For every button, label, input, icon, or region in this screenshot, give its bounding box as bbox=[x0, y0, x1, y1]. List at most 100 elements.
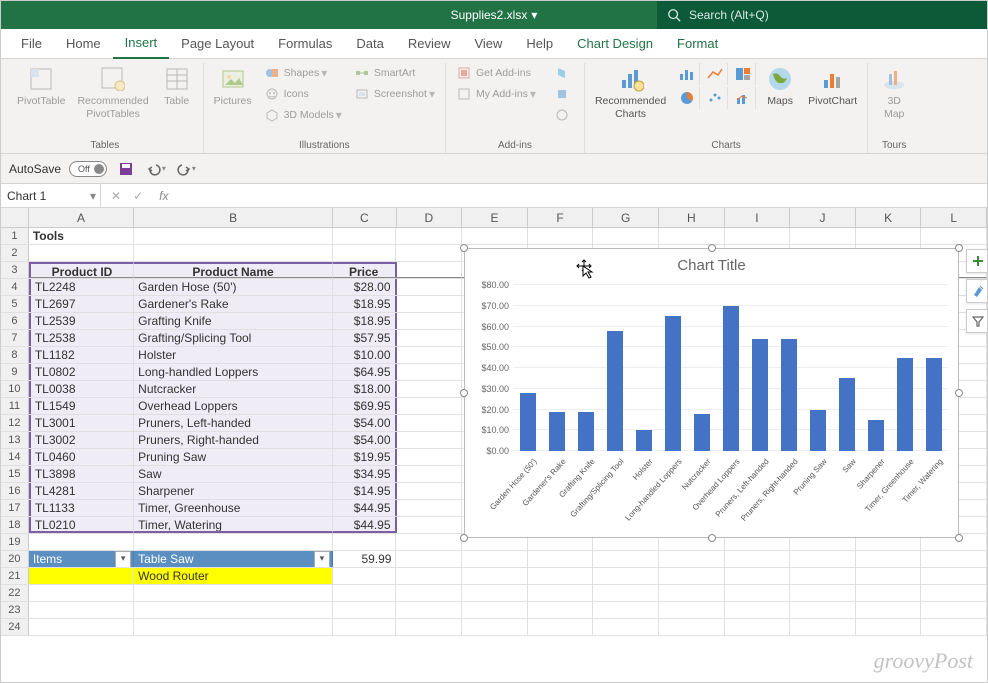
cell[interactable] bbox=[921, 228, 987, 244]
cell[interactable] bbox=[856, 551, 922, 567]
cell[interactable]: Pruners, Left-handed bbox=[134, 415, 333, 431]
cell[interactable] bbox=[396, 228, 462, 244]
cell[interactable] bbox=[593, 585, 659, 601]
cell[interactable] bbox=[397, 381, 463, 397]
col-header[interactable]: F bbox=[528, 208, 594, 227]
cell[interactable] bbox=[528, 602, 594, 618]
cell[interactable]: $54.00 bbox=[333, 415, 397, 431]
resize-handle[interactable] bbox=[955, 244, 963, 252]
pie-chart-icon[interactable] bbox=[674, 87, 700, 109]
tab-chart-design[interactable]: Chart Design bbox=[565, 29, 665, 59]
visio-icon[interactable] bbox=[550, 105, 578, 125]
cell[interactable]: $34.95 bbox=[333, 466, 397, 482]
cell[interactable] bbox=[725, 228, 791, 244]
cell[interactable] bbox=[856, 619, 922, 635]
cell[interactable] bbox=[921, 551, 987, 567]
3d-map-button[interactable]: 3D Map bbox=[874, 63, 914, 122]
cell[interactable]: $69.95 bbox=[333, 398, 397, 414]
col-header[interactable]: B bbox=[134, 208, 333, 227]
cell[interactable] bbox=[396, 585, 462, 601]
cell[interactable]: $44.95 bbox=[333, 517, 397, 533]
line-chart-icon[interactable] bbox=[702, 63, 728, 85]
title-dropdown-icon[interactable]: ▾ bbox=[531, 8, 537, 22]
tab-help[interactable]: Help bbox=[514, 29, 565, 59]
row-header[interactable]: 8 bbox=[1, 347, 29, 363]
cell[interactable]: $14.95 bbox=[333, 483, 397, 499]
cell[interactable]: TL2538 bbox=[29, 330, 134, 346]
cell[interactable] bbox=[397, 398, 463, 414]
chart-bar[interactable] bbox=[752, 339, 768, 451]
pivottable-button[interactable]: PivotTable bbox=[13, 63, 69, 110]
cell[interactable] bbox=[659, 568, 725, 584]
save-button[interactable] bbox=[115, 158, 137, 180]
cell[interactable] bbox=[593, 568, 659, 584]
cell[interactable]: TL2248 bbox=[29, 279, 134, 295]
row-header[interactable]: 18 bbox=[1, 517, 29, 533]
resize-handle[interactable] bbox=[955, 534, 963, 542]
row-header[interactable]: 24 bbox=[1, 619, 29, 635]
cell[interactable]: $18.95 bbox=[333, 296, 397, 312]
chart-bar[interactable] bbox=[810, 410, 826, 451]
maps-button[interactable]: Maps bbox=[760, 63, 800, 110]
row-header[interactable]: 22 bbox=[1, 585, 29, 601]
cell[interactable] bbox=[397, 415, 463, 431]
cell[interactable]: $57.95 bbox=[333, 330, 397, 346]
cell[interactable] bbox=[725, 551, 791, 567]
cell[interactable] bbox=[921, 602, 987, 618]
smartart-button[interactable]: SmartArt bbox=[350, 63, 439, 83]
cell[interactable] bbox=[396, 534, 462, 550]
search-box[interactable]: Search (Alt+Q) bbox=[657, 1, 987, 29]
cell[interactable] bbox=[659, 585, 725, 601]
chart-bar[interactable] bbox=[607, 331, 623, 451]
cell[interactable] bbox=[790, 619, 856, 635]
cell[interactable]: TL3002 bbox=[29, 432, 134, 448]
cell[interactable] bbox=[593, 602, 659, 618]
cell[interactable]: Wood Router bbox=[134, 568, 333, 584]
chart-elements-button[interactable] bbox=[966, 249, 987, 273]
cell[interactable] bbox=[333, 245, 397, 261]
col-header[interactable]: A bbox=[29, 208, 134, 227]
screenshot-button[interactable]: Screenshot▾ bbox=[350, 84, 439, 104]
chart-bar[interactable] bbox=[781, 339, 797, 451]
row-header[interactable]: 16 bbox=[1, 483, 29, 499]
plot-area[interactable]: $0.00$10.00$20.00$30.00$40.00$50.00$60.0… bbox=[513, 285, 948, 451]
chart-bar[interactable] bbox=[694, 414, 710, 451]
chart-title[interactable]: Chart Title bbox=[465, 249, 958, 278]
cell[interactable] bbox=[462, 602, 528, 618]
cell[interactable] bbox=[593, 228, 659, 244]
cell[interactable]: 59.99 bbox=[333, 551, 397, 567]
pivotchart-button[interactable]: PivotChart bbox=[804, 63, 861, 110]
row-header[interactable]: 2 bbox=[1, 245, 29, 261]
cell[interactable]: Saw bbox=[134, 466, 333, 482]
my-addins-button[interactable]: My Add-ins▾ bbox=[452, 84, 540, 104]
cell[interactable] bbox=[397, 483, 463, 499]
cell[interactable] bbox=[790, 585, 856, 601]
chart-bar[interactable] bbox=[549, 412, 565, 451]
row-header[interactable]: 20 bbox=[1, 551, 29, 567]
autosave-toggle[interactable]: Off bbox=[69, 161, 107, 177]
cell[interactable] bbox=[593, 551, 659, 567]
cell[interactable]: Overhead Loppers bbox=[134, 398, 333, 414]
cell[interactable]: $19.95 bbox=[333, 449, 397, 465]
cell[interactable]: $28.00 bbox=[333, 279, 397, 295]
cell[interactable] bbox=[397, 279, 463, 295]
chart-bar[interactable] bbox=[665, 316, 681, 451]
chart-styles-button[interactable] bbox=[966, 279, 987, 303]
cell[interactable]: Tools bbox=[29, 228, 134, 244]
cell[interactable]: Holster bbox=[134, 347, 333, 363]
cell[interactable] bbox=[396, 245, 462, 261]
cell[interactable] bbox=[134, 228, 333, 244]
cancel-icon[interactable]: ✕ bbox=[111, 189, 121, 203]
cell[interactable]: TL0802 bbox=[29, 364, 134, 380]
cell[interactable]: Product ID bbox=[29, 262, 134, 278]
cell[interactable] bbox=[397, 347, 463, 363]
recommended-charts-button[interactable]: Recommended Charts bbox=[591, 63, 670, 122]
cell[interactable] bbox=[725, 602, 791, 618]
chart-bar[interactable] bbox=[839, 378, 855, 451]
cell[interactable]: Sharpener bbox=[134, 483, 333, 499]
cell[interactable]: TL0038 bbox=[29, 381, 134, 397]
resize-handle[interactable] bbox=[460, 534, 468, 542]
cell[interactable]: TL0210 bbox=[29, 517, 134, 533]
row-header[interactable]: 9 bbox=[1, 364, 29, 380]
col-header[interactable]: E bbox=[462, 208, 528, 227]
